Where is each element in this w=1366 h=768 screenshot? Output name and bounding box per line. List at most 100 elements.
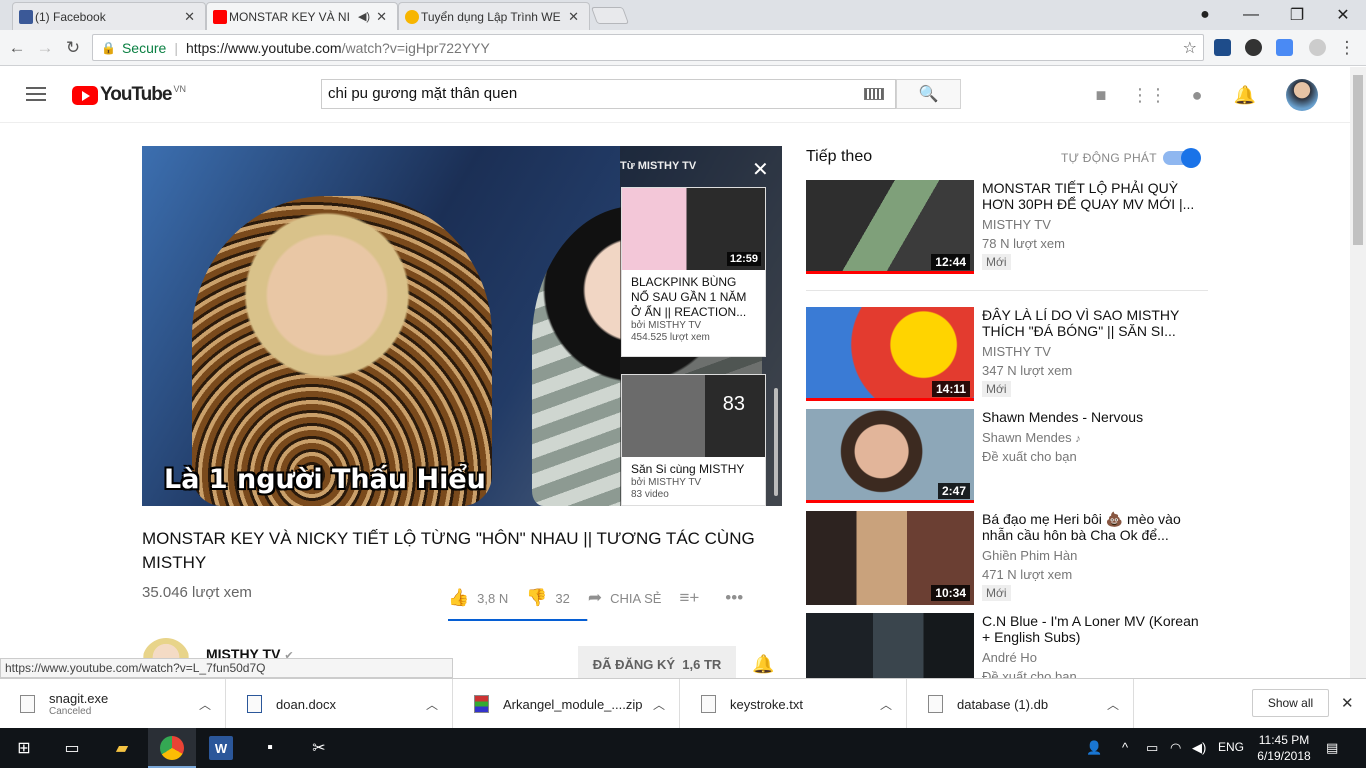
chevron-up-icon[interactable]: ︿: [1107, 696, 1119, 713]
task-view-icon[interactable]: ▭: [60, 736, 84, 760]
new-tab-button[interactable]: [590, 7, 630, 24]
download-item[interactable]: snagit.exe Canceled ︿: [0, 679, 226, 729]
word-icon[interactable]: W: [209, 736, 233, 760]
scrollbar-thumb[interactable]: [1353, 75, 1363, 245]
channel-name: MISTHY TV: [982, 344, 1051, 359]
wifi-icon[interactable]: ◠: [1170, 740, 1181, 756]
url-path: /watch?v=igHpr722YYY: [341, 39, 490, 56]
tab-facebook[interactable]: (1) Facebook ✕: [12, 2, 206, 30]
recommended-label: Đề xuất cho bạn: [982, 669, 1077, 678]
list-item[interactable]: 10:34 Bá đạo mẹ Heri bôi 💩 mèo vào nhẫn …: [806, 511, 1208, 607]
status-bar-url: https://www.youtube.com/watch?v=L_7fun50…: [0, 658, 453, 678]
download-item[interactable]: Arkangel_module_....zip ︿: [454, 679, 680, 729]
volume-icon[interactable]: ◀): [1192, 740, 1206, 756]
close-icon[interactable]: ✕: [752, 157, 769, 182]
minimize-button[interactable]: —: [1228, 0, 1274, 30]
channel-name: Ghiền Phim Hàn: [982, 548, 1078, 563]
apps-grid-icon[interactable]: ⋮⋮: [1131, 84, 1167, 106]
word-file-icon: [247, 695, 262, 713]
upload-video-icon[interactable]: ■: [1089, 84, 1113, 106]
like-count: 3,8 N: [477, 590, 509, 606]
card-channel: bởi MISTHY TV: [631, 320, 702, 331]
search-button[interactable]: 🔍: [896, 79, 961, 109]
close-icon[interactable]: ✕: [1341, 694, 1354, 712]
avatar[interactable]: [1286, 79, 1318, 111]
video-title: MONSTAR TIẾT LỘ PHẢI QUỲ HƠN 30PH ĐỂ QUA…: [982, 180, 1195, 212]
close-window-button[interactable]: ✕: [1320, 0, 1366, 30]
messages-icon[interactable]: ●: [1185, 84, 1209, 106]
chevron-up-icon[interactable]: ︿: [880, 696, 892, 713]
list-item[interactable]: 12:44 MONSTAR TIẾT LỘ PHẢI QUỲ HƠN 30PH …: [806, 180, 1208, 276]
list-item[interactable]: 14:11 ĐÂY LÀ LÍ DO VÌ SAO MISTHY THÍCH "…: [806, 307, 1208, 403]
more-actions-button[interactable]: •••: [725, 588, 751, 608]
translate-icon[interactable]: [1276, 39, 1293, 56]
page-scrollbar[interactable]: [1350, 67, 1366, 678]
bookmark-star-icon[interactable]: ☆: [1183, 38, 1197, 58]
endscreen-card[interactable]: 12:59 BLACKPINK BÙNG NỔ SAU GẦN 1 NĂM Ở …: [621, 187, 766, 357]
close-icon[interactable]: ✕: [376, 9, 387, 25]
action-center-icon[interactable]: ▤: [1326, 740, 1338, 756]
add-to-playlist-button[interactable]: ≡+: [679, 588, 707, 608]
speaker-icon[interactable]: ◀): [358, 10, 370, 23]
thumbs-down-icon: 👎: [526, 588, 548, 607]
new-badge: Mới: [982, 254, 1011, 270]
dislike-button[interactable]: 👎 32: [526, 588, 570, 608]
card-thumbnail: 83: [622, 375, 765, 457]
clock[interactable]: 11:45 PM 6/19/2018: [1254, 732, 1314, 764]
zip-file-icon: [474, 695, 489, 713]
notifications-bell-icon[interactable]: 🔔: [1233, 84, 1257, 106]
terminal-icon[interactable]: ▪: [258, 736, 282, 760]
subscribe-button[interactable]: ĐÃ ĐĂNG KÝ 1,6 TR: [578, 646, 736, 682]
country-code: VN: [173, 84, 186, 94]
download-item[interactable]: database (1).db ︿: [908, 679, 1134, 729]
forward-icon[interactable]: →: [34, 37, 56, 59]
logo-text: YouTube: [100, 84, 172, 105]
snipping-tool-icon[interactable]: ✂: [307, 736, 331, 760]
extension-j-icon[interactable]: [1214, 39, 1231, 56]
chevron-up-icon[interactable]: ^: [1122, 740, 1128, 755]
reload-icon[interactable]: ↻: [62, 37, 84, 59]
list-item[interactable]: 2:47 Shawn Mendes - Nervous Shawn Mendes…: [806, 409, 1208, 505]
chevron-up-icon[interactable]: ︿: [653, 696, 665, 713]
back-icon[interactable]: ←: [6, 37, 28, 59]
extension-gray-icon[interactable]: [1309, 39, 1326, 56]
file-explorer-icon[interactable]: ▰: [110, 736, 134, 760]
thumbs-up-icon: 👍: [448, 588, 470, 607]
keyboard-icon[interactable]: [864, 88, 884, 100]
video-title: MONSTAR KEY VÀ NICKY TIẾT LỘ TỪNG "HÔN" …: [142, 529, 755, 572]
hamburger-menu-icon[interactable]: [26, 87, 46, 101]
tab-jobs[interactable]: Tuyển dụng Lập Trình WE ✕: [398, 2, 590, 30]
chevron-up-icon[interactable]: ︿: [199, 696, 211, 713]
tab-youtube[interactable]: MONSTAR KEY VÀ NI ◀) ✕: [206, 2, 398, 30]
address-bar[interactable]: 🔒 Secure | https://www.youtube.com /watc…: [92, 34, 1204, 61]
download-item[interactable]: doan.docx ︿: [227, 679, 453, 729]
share-button[interactable]: ➦ CHIA SẺ: [588, 588, 662, 608]
like-button[interactable]: 👍 3,8 N: [448, 588, 508, 608]
endscreen-scrollbar[interactable]: [774, 388, 778, 496]
duration-badge: 12:44: [931, 254, 970, 270]
close-icon[interactable]: ✕: [568, 9, 579, 25]
battery-icon[interactable]: ▭: [1146, 740, 1158, 756]
channel-name-text: Shawn Mendes: [982, 430, 1072, 445]
notification-bell-icon[interactable]: 🔔: [752, 654, 774, 675]
maximize-button[interactable]: ❐: [1274, 0, 1320, 30]
list-item[interactable]: C.N Blue - I'm A Loner MV (Korean + Engl…: [806, 613, 1208, 678]
view-count: 35.046 lượt xem: [142, 584, 252, 601]
endscreen-header: Từ MISTHY TV: [620, 160, 697, 172]
close-icon[interactable]: ✕: [184, 9, 195, 25]
chevron-up-icon[interactable]: ︿: [426, 696, 438, 713]
watch-progress: [806, 271, 974, 274]
show-all-button[interactable]: Show all: [1252, 689, 1329, 717]
language-indicator[interactable]: ENG: [1218, 740, 1244, 754]
profile-icon[interactable]: ●: [1182, 0, 1228, 30]
people-icon[interactable]: 👤: [1086, 740, 1102, 756]
youtube-logo[interactable]: YouTube VN: [72, 84, 186, 106]
autoplay-toggle[interactable]: [1163, 148, 1201, 168]
download-item[interactable]: keystroke.txt ︿: [681, 679, 907, 729]
extension-circle-icon[interactable]: [1245, 39, 1262, 56]
menu-kebab-icon[interactable]: ⋮: [1336, 37, 1358, 59]
chrome-icon[interactable]: [160, 736, 184, 760]
endscreen-playlist-card[interactable]: 83 Săn Si cùng MISTHY bởi MISTHY TV 83 v…: [621, 374, 766, 506]
windows-start-icon[interactable]: ⊞: [12, 736, 36, 760]
search-input[interactable]: chi pu gương mặt thân quen: [321, 79, 896, 109]
